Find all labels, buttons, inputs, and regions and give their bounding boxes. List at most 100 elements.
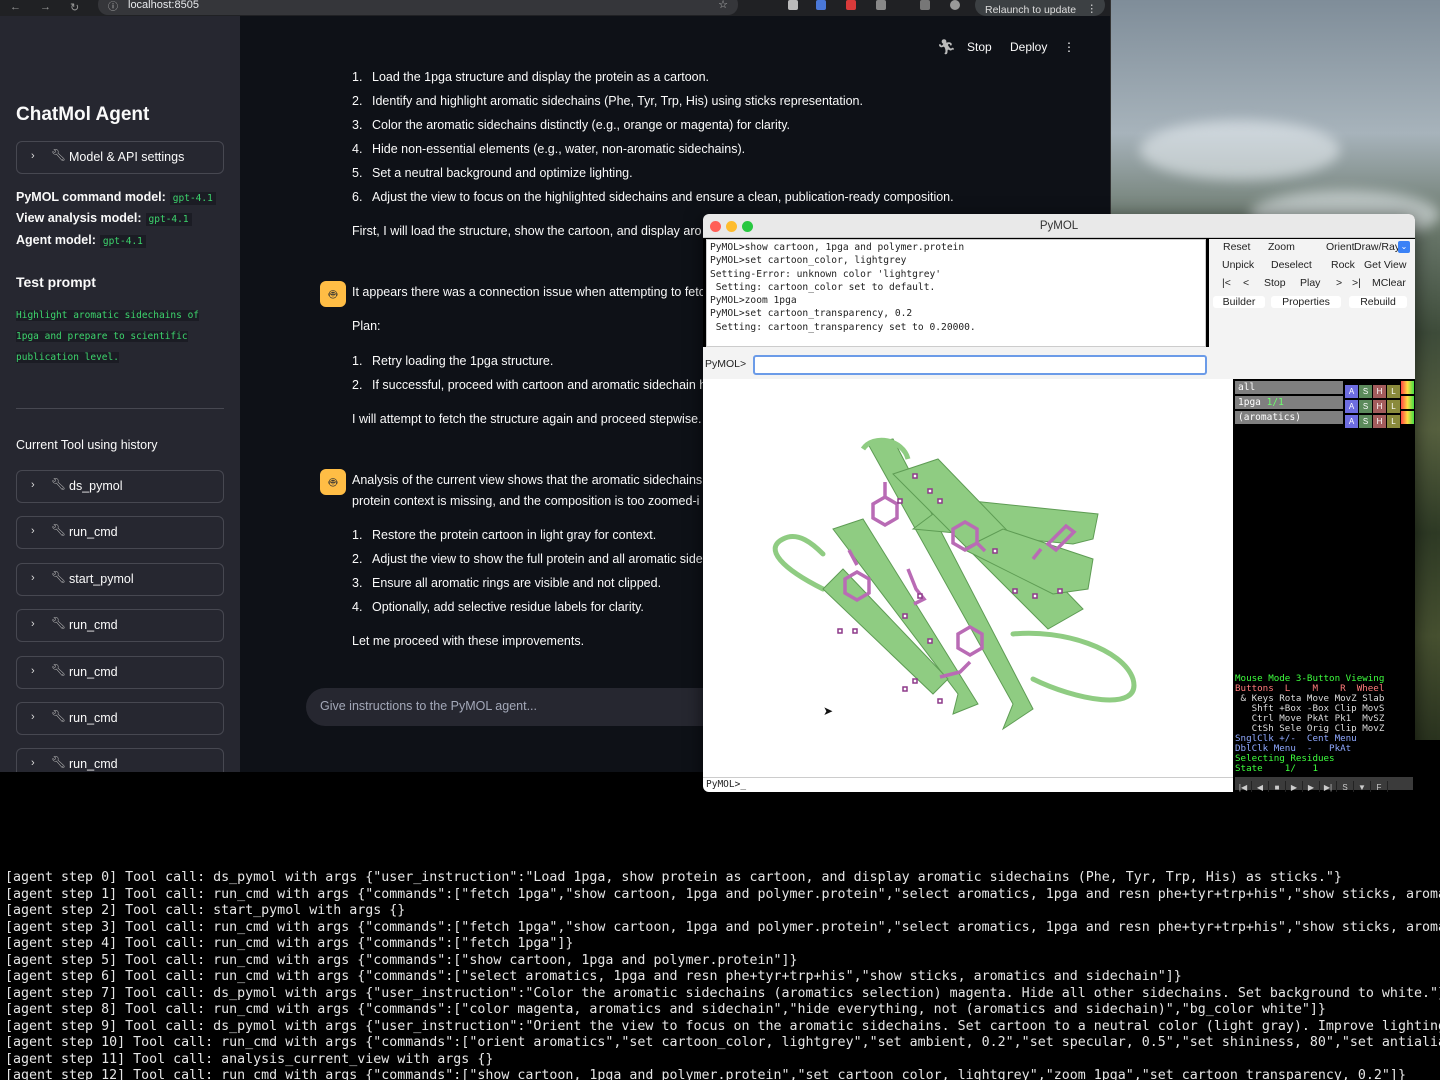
more-icon[interactable]: ⋮ [1087, 3, 1098, 15]
play-button[interactable]: Play [1300, 277, 1320, 289]
chat-input-box[interactable] [306, 688, 726, 726]
molecule-viewport[interactable]: ➤ [703, 379, 1233, 777]
forward-icon[interactable]: → [40, 1, 51, 13]
prev-frame-button[interactable]: < [1243, 277, 1249, 289]
object-panel: all ASHL 1pga 1/1 ASHL (aromatics) ASHL … [1233, 379, 1415, 792]
reset-button[interactable]: Reset [1223, 241, 1250, 253]
minimize-icon[interactable] [726, 221, 737, 232]
bookmark-star-icon[interactable]: ☆ [718, 0, 728, 11]
test-prompt-line: publication level. [16, 352, 119, 363]
profile-icon[interactable] [950, 0, 960, 10]
wrench-icon: 🔧︎ [51, 616, 67, 630]
extension-icon[interactable] [846, 0, 856, 10]
stop-movie-button[interactable]: Stop [1264, 277, 1286, 289]
last-frame-button[interactable]: >| [1352, 277, 1361, 289]
first-frame-button[interactable]: |< [1222, 277, 1231, 289]
color-button[interactable] [1401, 411, 1414, 424]
test-prompt-line: Highlight aromatic sidechains of [16, 310, 200, 321]
wrench-icon: 🔧︎ [51, 709, 67, 723]
unpick-button[interactable]: Unpick [1222, 259, 1254, 271]
list-item: 2. Identify and highlight aromatic sidech… [352, 94, 863, 108]
history-item-label: run_cmd [69, 618, 118, 632]
draw-ray-button[interactable]: Draw/Ray [1354, 241, 1399, 253]
show-button[interactable]: S [1359, 415, 1372, 428]
settings-expander[interactable]: › 🔧︎ Model & API settings [16, 141, 224, 174]
forward-icon[interactable]: ▶ [1303, 781, 1320, 792]
mouse-cursor-icon: ➤ [823, 704, 834, 718]
back-icon[interactable]: ← [10, 1, 21, 13]
next-frame-button[interactable]: > [1336, 277, 1342, 289]
label-button[interactable]: L [1387, 415, 1400, 428]
chevron-down-icon[interactable]: ⌄ [1398, 241, 1410, 253]
terminal-line: [agent step 12] Tool call: run_cmd with … [5, 1068, 1406, 1080]
history-item[interactable]: › 🔧︎ run_cmd [16, 656, 224, 689]
pymol-command-input[interactable] [753, 355, 1207, 375]
reload-icon[interactable]: ↻ [70, 1, 79, 14]
history-item[interactable]: › 🔧︎ run_cmd [16, 748, 224, 772]
extension-icon[interactable] [920, 0, 930, 10]
hide-button[interactable]: H [1373, 415, 1386, 428]
object-row-1pga[interactable]: 1pga 1/1 [1235, 396, 1343, 409]
properties-button[interactable]: Properties [1271, 296, 1341, 308]
chevron-down-icon[interactable]: ▼ [1354, 781, 1371, 792]
model-value: gpt-4.1 [99, 235, 146, 248]
pymol-window: PyMOL PyMOL>show cartoon, 1pga and polym… [703, 214, 1415, 792]
builder-button[interactable]: Builder [1213, 296, 1265, 308]
history-item-label: run_cmd [69, 711, 118, 725]
back-icon[interactable]: ◀ [1252, 781, 1269, 792]
history-item[interactable]: › 🔧︎ ds_pymol [16, 470, 224, 503]
pymol-title: PyMOL [703, 214, 1415, 238]
relaunch-button[interactable]: Relaunch to update ⋮ [975, 0, 1105, 16]
action-button[interactable]: A [1345, 415, 1358, 428]
pymol-command-row: PyMOL> [703, 347, 1415, 379]
play-icon[interactable]: ▶ [1286, 781, 1303, 792]
rebuild-button[interactable]: Rebuild [1349, 296, 1407, 308]
settings-label: Model & API settings [69, 150, 185, 164]
site-info-icon[interactable]: ⓘ [108, 0, 118, 13]
loop-left [772, 534, 826, 592]
pymol-log: PyMOL>show cartoon, 1pga and polymer.pro… [706, 239, 1206, 347]
terminal-line: [agent step 0] Tool call: ds_pymol with … [5, 870, 1342, 885]
address-bar[interactable]: ⓘ localhost:8505 ☆ [98, 0, 738, 15]
browser-toolbar: ← → ↻ ⓘ localhost:8505 ☆ Relaunch to upd… [0, 0, 1110, 16]
chat-input[interactable] [320, 699, 700, 713]
orient-button[interactable]: Orient [1326, 241, 1355, 253]
terminal-line: [agent step 1] Tool call: run_cmd with a… [5, 887, 1440, 902]
extension-icon[interactable] [788, 0, 798, 10]
object-row-all[interactable]: all [1235, 381, 1343, 394]
list-item: 3. Color the aromatic sidechains distinct… [352, 118, 791, 132]
loop-bottom [1010, 630, 1137, 703]
history-item[interactable]: › 🔧︎ start_pymol [16, 563, 224, 596]
chevron-right-icon: › [31, 711, 35, 723]
extension-icon[interactable] [816, 0, 826, 10]
color-button[interactable] [1401, 381, 1414, 394]
end-icon[interactable]: ▶| [1320, 781, 1337, 792]
get-view-button[interactable]: Get View [1364, 259, 1406, 271]
terminal-line: [agent step 11] Tool call: analysis_curr… [5, 1052, 494, 1067]
list-item: 1. Load the 1pga structure and display th… [352, 70, 710, 84]
main-menu-icon[interactable]: ⋮ [1063, 40, 1075, 54]
close-icon[interactable] [710, 221, 721, 232]
stop-button[interactable]: Stop [967, 40, 992, 54]
list-item: 1. Restore the protein cartoon in light g… [352, 528, 657, 542]
stop-icon[interactable]: ■ [1269, 781, 1286, 792]
rewind-icon[interactable]: |◀ [1235, 781, 1252, 792]
object-row-aromatics[interactable]: (aromatics) [1235, 411, 1343, 424]
mclear-button[interactable]: MClear [1372, 277, 1406, 289]
running-icon: 🏃︎ [937, 39, 957, 56]
sequence-icon[interactable]: S [1337, 781, 1354, 792]
extension-icon[interactable] [876, 0, 886, 10]
history-item[interactable]: › 🔧︎ run_cmd [16, 516, 224, 549]
deselect-button[interactable]: Deselect [1271, 259, 1312, 271]
history-item[interactable]: › 🔧︎ run_cmd [16, 609, 224, 642]
rock-button[interactable]: Rock [1331, 259, 1355, 271]
deploy-button[interactable]: Deploy [1010, 40, 1047, 54]
model-row: View analysis model: gpt-4.1 [16, 211, 192, 226]
terminal-line: [agent step 6] Tool call: run_cmd with a… [5, 969, 1182, 984]
history-item[interactable]: › 🔧︎ run_cmd [16, 702, 224, 735]
zoom-button[interactable]: Zoom [1268, 241, 1295, 253]
color-button[interactable] [1401, 396, 1414, 409]
fullscreen-icon[interactable]: F [1371, 781, 1388, 792]
url-text: localhost:8505 [128, 0, 199, 11]
maximize-icon[interactable] [742, 221, 753, 232]
